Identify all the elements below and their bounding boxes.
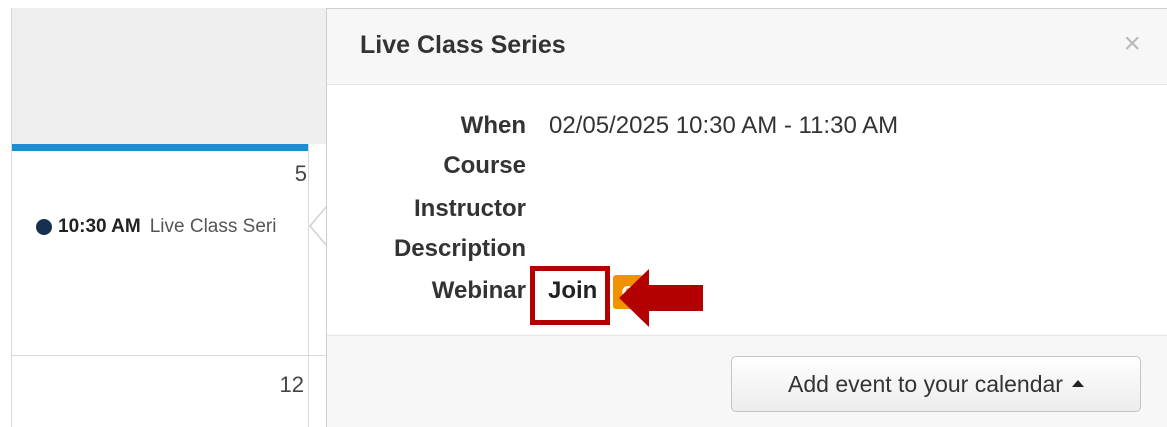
popover-footer: Add event to your calendar — [327, 335, 1167, 427]
when-label: When — [460, 112, 526, 139]
calendar-gridline — [308, 144, 309, 427]
today-indicator-bar — [12, 144, 308, 151]
popover-title: Live Class Series — [360, 31, 566, 59]
calendar-week-header — [12, 8, 308, 144]
webinar-label: Webinar — [431, 277, 526, 304]
event-title: Live Class Series — [149, 216, 276, 237]
popover-header: Live Class Series × — [327, 9, 1167, 85]
add-to-calendar-label: Add event to your calendar — [788, 370, 1063, 397]
add-to-calendar-button[interactable]: Add event to your calendar — [731, 356, 1141, 412]
course-label: Course — [443, 152, 526, 179]
calendar-week-header — [308, 8, 328, 144]
webinar-logo-icon[interactable]: e — [613, 275, 643, 309]
description-label: Description — [393, 235, 526, 262]
popover-pointer — [311, 207, 327, 245]
calendar-day-number[interactable]: 12 — [280, 372, 304, 398]
event-time: 10:30 AM — [58, 216, 141, 237]
screen: 5 10:30 AM Live Class Series 12 Live Cla… — [0, 0, 1167, 427]
instructor-label: Instructor — [413, 195, 526, 222]
calendar-gridline — [12, 355, 328, 356]
calendar-day-number[interactable]: 5 — [295, 161, 307, 187]
join-webinar-link[interactable]: Join — [548, 277, 597, 305]
event-details-popover: Live Class Series × When 02/05/2025 10:3… — [326, 8, 1167, 427]
when-value: 02/05/2025 10:30 AM - 11:30 AM — [549, 112, 899, 139]
close-icon[interactable]: × — [1123, 29, 1141, 59]
caret-up-icon — [1071, 379, 1084, 387]
calendar-event[interactable]: 10:30 AM Live Class Series — [36, 213, 276, 241]
event-dot-icon — [36, 219, 52, 235]
